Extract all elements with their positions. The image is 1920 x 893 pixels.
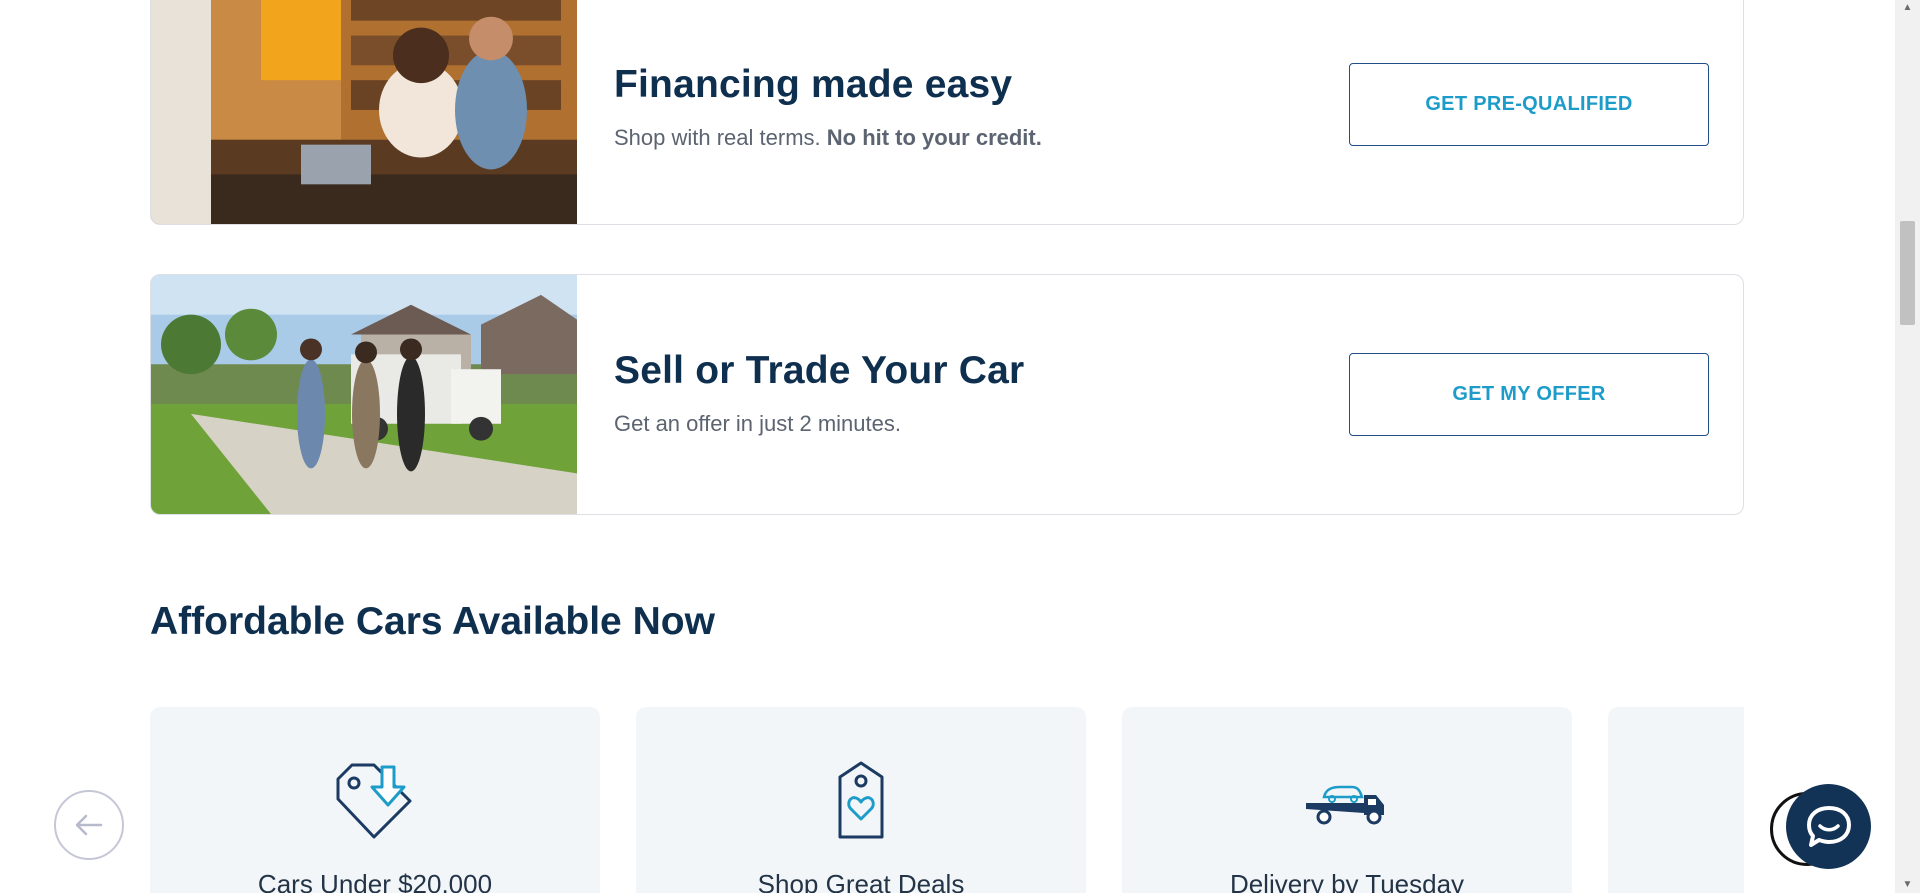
tile-delivery-by-tuesday[interactable]: Delivery by Tuesday <box>1122 707 1572 893</box>
scroll-down-arrow-icon[interactable]: ▼ <box>1895 877 1920 893</box>
price-tag-down-icon <box>330 759 420 843</box>
get-my-offer-button[interactable]: GET MY OFFER <box>1349 353 1709 436</box>
tile-label: Delivery by Tuesday <box>1229 869 1465 893</box>
category-carousel: Cars Under $20,000 Shop Great Deals Deli… <box>150 707 1744 893</box>
financing-subtitle-bold: No hit to your credit. <box>826 125 1042 150</box>
financing-promo-card: Financing made easy Shop with real terms… <box>150 0 1744 225</box>
tile-label: Sh <box>1608 869 1744 893</box>
financing-subtitle-plain: Shop with real terms. <box>614 125 827 150</box>
scroll-thumb[interactable] <box>1900 221 1915 325</box>
tile-label: Shop Great Deals <box>757 869 965 893</box>
scroll-up-arrow-icon[interactable]: ▲ <box>1895 0 1920 16</box>
sell-trade-subtitle: Get an offer in just 2 minutes. <box>614 411 901 436</box>
sell-trade-text: Sell or Trade Your Car Get an offer in j… <box>614 349 1024 437</box>
financing-text: Financing made easy Shop with real terms… <box>614 63 1042 151</box>
tile-shop-great-deals[interactable]: Shop Great Deals <box>636 707 1086 893</box>
sell-trade-photo <box>151 275 577 514</box>
arrow-left-icon <box>75 814 103 836</box>
get-pre-qualified-button[interactable]: GET PRE-QUALIFIED <box>1349 63 1709 146</box>
carousel-prev-button[interactable] <box>54 790 124 860</box>
sell-trade-promo-card: Sell or Trade Your Car Get an offer in j… <box>150 274 1744 515</box>
tile-partial[interactable]: Sh <box>1608 707 1744 893</box>
affordable-cars-heading: Affordable Cars Available Now <box>150 600 715 643</box>
page: Financing made easy Shop with real terms… <box>0 0 1920 893</box>
financing-photo <box>151 0 577 224</box>
financing-subtitle: Shop with real terms. No hit to your cre… <box>614 125 1042 151</box>
heart-tag-icon <box>816 759 906 843</box>
chat-launcher-button[interactable] <box>1786 784 1871 869</box>
page-scrollbar[interactable]: ▲ ▼ <box>1895 0 1920 893</box>
chat-bubble-icon <box>1806 805 1851 847</box>
tile-cars-under-20000[interactable]: Cars Under $20,000 <box>150 707 600 893</box>
financing-title: Financing made easy <box>614 63 1013 106</box>
tow-truck-icon <box>1302 759 1392 843</box>
sell-trade-title: Sell or Trade Your Car <box>614 349 1025 392</box>
tile-label: Cars Under $20,000 <box>257 869 493 893</box>
